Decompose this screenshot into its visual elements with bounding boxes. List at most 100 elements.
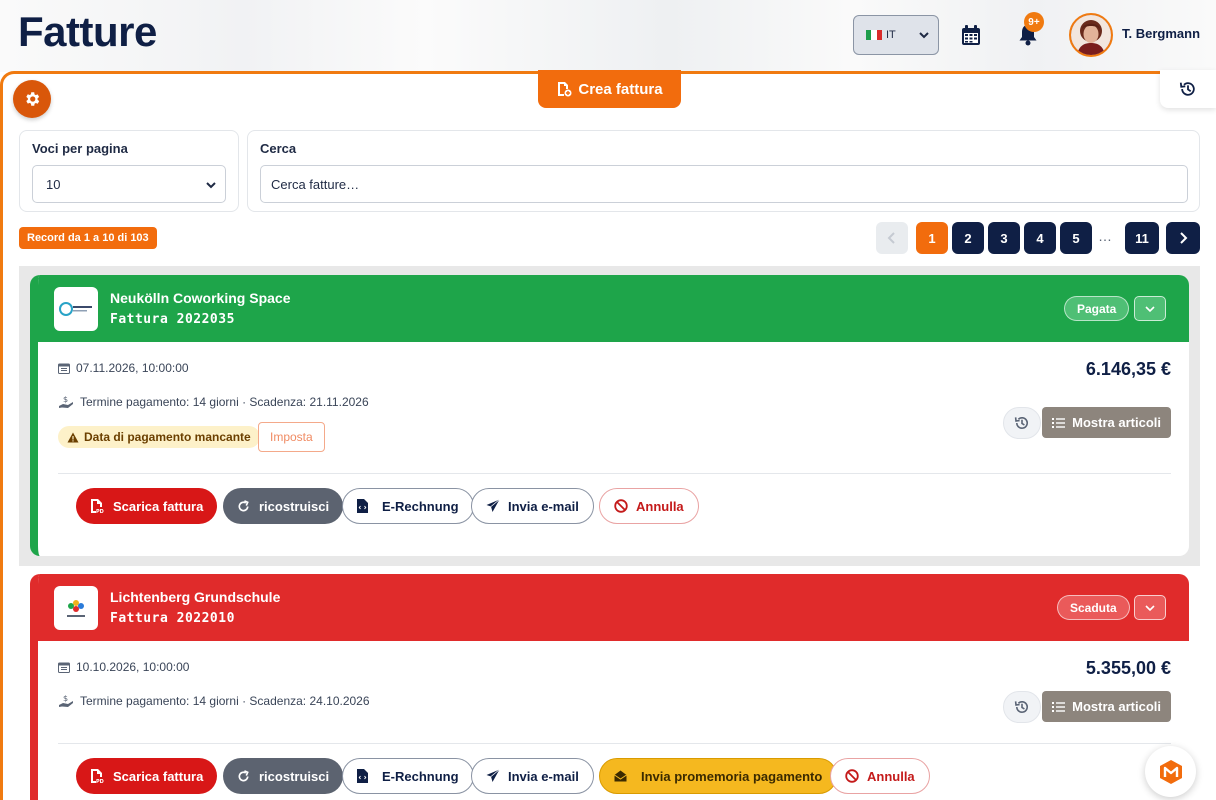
user-name[interactable]: T. Bergmann	[1122, 26, 1200, 41]
list-icon	[1052, 701, 1066, 712]
rebuild-label: ricostruisci	[259, 768, 330, 784]
client-name: Neukölln Coworking Space	[110, 290, 291, 306]
calendar-icon[interactable]	[958, 22, 984, 48]
status-badge: Scaduta	[1057, 595, 1130, 620]
ban-icon	[614, 499, 628, 513]
show-items-button[interactable]: Mostra articoli	[1042, 407, 1171, 438]
divider	[58, 743, 1171, 744]
show-items-label: Mostra articoli	[1072, 699, 1161, 714]
divider	[58, 473, 1171, 474]
per-page-value: 10	[46, 176, 61, 192]
erechnung-label: E-Rechnung	[382, 498, 459, 514]
chevron-down-icon	[919, 32, 929, 39]
settings-button[interactable]	[13, 80, 51, 118]
send-reminder-button[interactable]: Invia promemoria pagamento	[599, 758, 838, 794]
gear-icon	[26, 92, 40, 106]
history-button[interactable]	[1160, 70, 1216, 108]
cancel-invoice-button[interactable]: Annulla	[599, 488, 699, 524]
language-code: IT	[886, 29, 896, 41]
pagination-prev-button[interactable]	[876, 222, 908, 254]
pagination-next-button[interactable]	[1166, 222, 1200, 254]
send-email-button[interactable]: Invia e-mail	[471, 758, 594, 794]
download-label: Scarica fattura	[113, 768, 204, 784]
pagination-page-1[interactable]: 1	[916, 222, 948, 254]
warning-icon	[67, 432, 79, 442]
invoice-history-button[interactable]	[1003, 407, 1041, 439]
warning-text: Data di pagamento mancante	[84, 430, 251, 444]
pagination-page-5[interactable]: 5	[1060, 222, 1092, 254]
download-invoice-button[interactable]: PDF Scarica fattura	[76, 488, 218, 524]
chevron-right-icon	[1180, 232, 1188, 244]
invoice-date: 07.11.2026, 10:00:00	[76, 361, 189, 375]
invoice-card-header[interactable]: Lichtenberg Grundschule Fattura 2022010 …	[38, 574, 1189, 641]
file-code-icon	[357, 769, 368, 783]
expand-button[interactable]	[1134, 595, 1166, 620]
cancel-label: Annulla	[636, 498, 684, 514]
assistant-button[interactable]	[1145, 746, 1196, 797]
invoice-card-header[interactable]: Neukölln Coworking Space Fattura 2022035…	[38, 275, 1189, 342]
pagination-page-2[interactable]: 2	[952, 222, 984, 254]
chevron-down-icon	[206, 182, 216, 189]
search-input[interactable]: Cerca fatture…	[260, 165, 1188, 203]
pagination-ellipsis: …	[1098, 228, 1112, 244]
create-invoice-button[interactable]: Crea fattura	[538, 70, 681, 108]
per-page-label: Voci per pagina	[32, 141, 128, 156]
invoice-amount: 6.146,35 €	[1085, 359, 1171, 379]
send-email-label: Invia e-mail	[508, 498, 579, 514]
history-icon	[1014, 417, 1028, 429]
payment-date-warning: Data di pagamento mancante	[58, 426, 260, 448]
invoice-history-button[interactable]	[1003, 691, 1041, 723]
download-invoice-button[interactable]: PDF Scarica fattura	[76, 758, 218, 794]
avatar[interactable]	[1069, 13, 1113, 57]
calendar-icon	[58, 662, 70, 673]
pagination-page-last[interactable]: 11	[1125, 222, 1159, 254]
language-select[interactable]: IT	[853, 15, 939, 55]
file-pdf-icon: PDF	[91, 498, 104, 514]
per-page-filter: Voci per pagina 10	[19, 130, 239, 212]
pagination-page-3[interactable]: 3	[988, 222, 1020, 254]
invoice-card: Neukölln Coworking Space Fattura 2022035…	[30, 275, 1189, 556]
per-page-select[interactable]: 10	[32, 165, 226, 203]
send-email-button[interactable]: Invia e-mail	[471, 488, 594, 524]
erechnung-button[interactable]: E-Rechnung	[342, 488, 474, 524]
redo-icon	[238, 769, 249, 781]
cancel-label: Annulla	[867, 768, 915, 784]
paper-plane-icon	[486, 499, 500, 512]
records-count-badge: Record da 1 a 10 di 103	[19, 227, 157, 249]
redo-icon	[238, 499, 249, 511]
svg-text:$: $	[63, 694, 68, 703]
invoice-date-line: 07.11.2026, 10:00:00	[58, 361, 189, 375]
rebuild-button[interactable]: ricostruisci	[223, 758, 344, 794]
payment-terms: Termine pagamento: 14 giorni · Scadenza:…	[80, 694, 370, 708]
set-payment-date-button[interactable]: Imposta	[258, 422, 325, 452]
show-items-button[interactable]: Mostra articoli	[1042, 691, 1171, 722]
client-name: Lichtenberg Grundschule	[110, 589, 281, 605]
hand-money-icon: $	[59, 694, 73, 707]
rebuild-label: ricostruisci	[259, 498, 330, 514]
paper-plane-icon	[486, 769, 500, 782]
svg-text:$: $	[63, 395, 68, 404]
expand-button[interactable]	[1134, 296, 1166, 321]
cancel-invoice-button[interactable]: Annulla	[830, 758, 930, 794]
invoice-date: 10.10.2026, 10:00:00	[76, 660, 190, 674]
rebuild-button[interactable]: ricostruisci	[223, 488, 344, 524]
italy-flag-icon	[866, 30, 882, 40]
erechnung-button[interactable]: E-Rechnung	[342, 758, 474, 794]
pagination-page-4[interactable]: 4	[1024, 222, 1056, 254]
create-invoice-label: Crea fattura	[578, 80, 663, 98]
history-icon	[1014, 701, 1028, 713]
download-label: Scarica fattura	[113, 498, 204, 514]
search-placeholder: Cerca fatture…	[271, 176, 360, 192]
page-title: Fatture	[18, 8, 157, 55]
client-logo	[54, 287, 98, 331]
search-label: Cerca	[260, 141, 297, 156]
file-add-icon	[558, 82, 572, 97]
payment-terms-line: $ Termine pagamento: 14 giorni · Scadenz…	[58, 395, 369, 409]
send-reminder-label: Invia promemoria pagamento	[641, 768, 823, 784]
client-logo	[54, 586, 98, 630]
ban-icon	[845, 769, 859, 783]
file-pdf-icon: PDF	[91, 768, 104, 784]
invoice-number: Fattura 2022035	[110, 312, 235, 327]
list-icon	[1052, 417, 1066, 428]
chevron-left-icon	[887, 232, 895, 244]
